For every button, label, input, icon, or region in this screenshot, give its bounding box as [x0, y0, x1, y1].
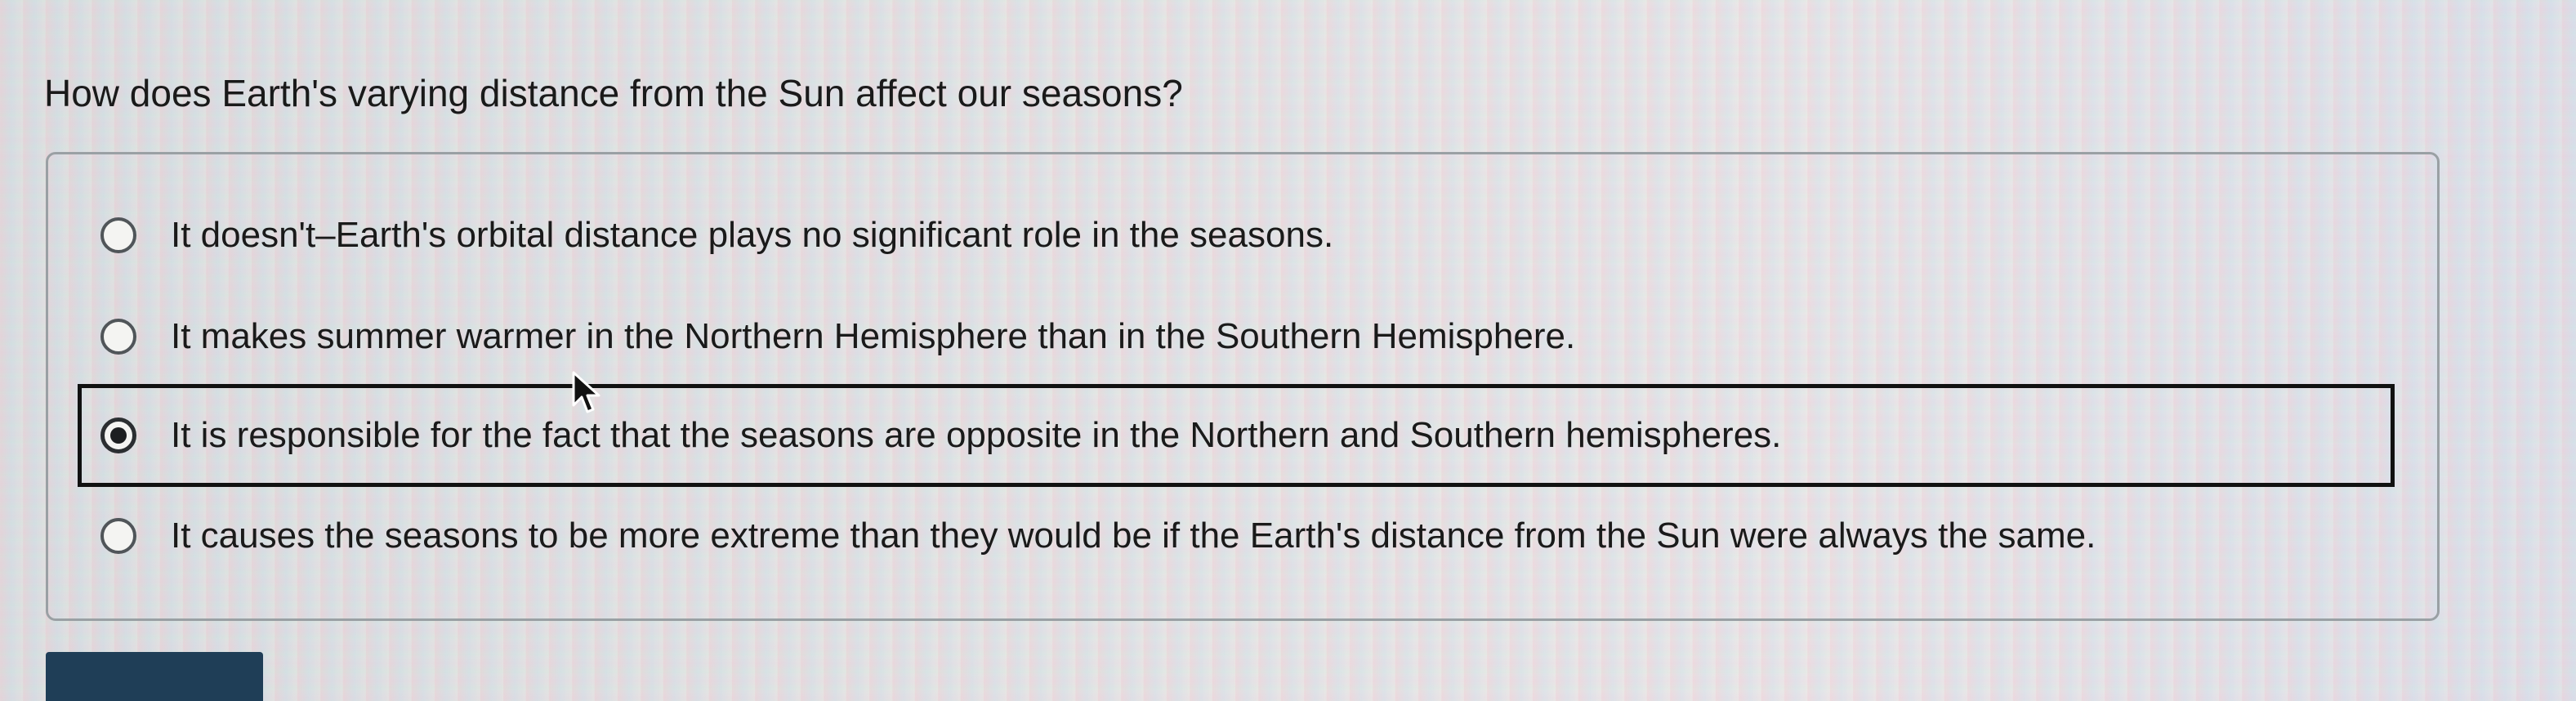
radio-button-unchecked[interactable] [100, 518, 136, 554]
answer-option-3-selected[interactable]: It is responsible for the fact that the … [78, 384, 2395, 487]
answer-options-panel: It doesn't–Earth's orbital distance play… [46, 152, 2440, 621]
mouse-pointer-icon [572, 371, 600, 413]
answer-option-4[interactable]: It causes the seasons to be more extreme… [48, 484, 2418, 587]
radio-button-checked[interactable] [100, 417, 136, 453]
answer-option-label: It causes the seasons to be more extreme… [171, 516, 2096, 556]
answer-option-2[interactable]: It makes summer warmer in the Northern H… [48, 285, 2418, 388]
answer-option-label: It is responsible for the fact that the … [171, 415, 1782, 455]
answer-option-label: It doesn't–Earth's orbital distance play… [171, 215, 1334, 255]
answer-option-label: It makes summer warmer in the Northern H… [171, 316, 1576, 356]
answer-option-1[interactable]: It doesn't–Earth's orbital distance play… [48, 184, 2418, 287]
radio-button-unchecked[interactable] [100, 319, 136, 355]
submit-button[interactable] [46, 652, 263, 701]
question-text: How does Earth's varying distance from t… [44, 72, 1183, 114]
radio-button-unchecked[interactable] [100, 217, 136, 253]
